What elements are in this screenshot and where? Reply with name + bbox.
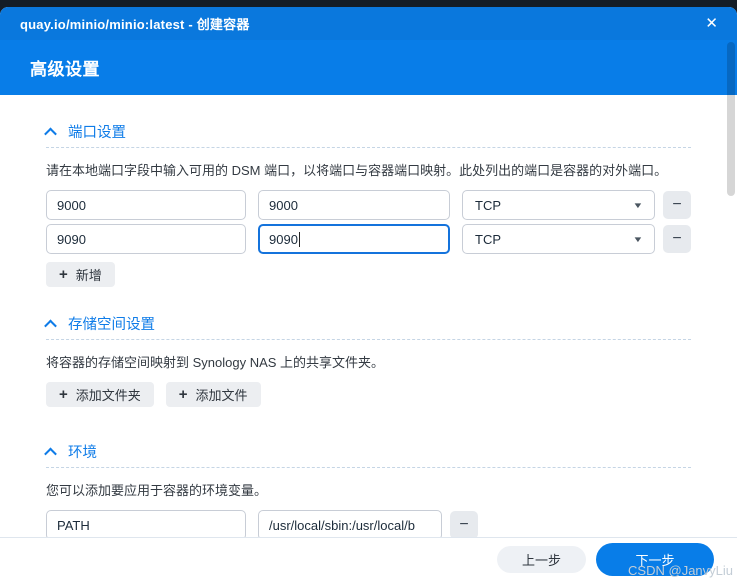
remove-port-row-button[interactable]: −	[663, 191, 691, 219]
dialog-title: quay.io/minio/minio:latest - 创建容器	[20, 17, 250, 32]
port-mapping-list: TCP ▼ − 9090 TCP ▼ −	[46, 190, 691, 254]
back-button[interactable]: 上一步	[496, 546, 586, 573]
caret-down-icon: ▼	[632, 200, 644, 210]
env-name-input[interactable]	[46, 510, 246, 537]
env-value-input[interactable]	[258, 510, 442, 537]
plus-icon: +	[59, 266, 68, 283]
close-icon[interactable]: ✕	[705, 16, 718, 31]
next-button[interactable]: 下一步	[596, 543, 714, 576]
wizard-footer: 上一步 下一步	[0, 537, 737, 581]
ports-description: 请在本地端口字段中输入可用的 DSM 端口，以将端口与容器端口映射。此处列出的端…	[46, 163, 668, 178]
port-mapping-row: 9090 TCP ▼ −	[46, 224, 691, 254]
remove-port-row-button[interactable]: −	[663, 225, 691, 253]
chevron-up-icon	[44, 447, 57, 461]
storage-description: 将容器的存储空间映射到 Synology NAS 上的共享文件夹。	[46, 355, 385, 370]
remove-env-row-button[interactable]: −	[450, 511, 478, 537]
container-port-input[interactable]	[258, 190, 450, 220]
add-file-button[interactable]: + 添加文件	[165, 382, 261, 407]
separator	[46, 339, 691, 340]
protocol-value: TCP	[475, 197, 501, 213]
chevron-up-icon	[44, 319, 57, 333]
add-folder-button[interactable]: + 添加文件夹	[46, 382, 154, 407]
section-toggle-ports[interactable]: 端口设置	[44, 121, 691, 141]
protocol-select[interactable]: TCP ▼	[462, 190, 655, 220]
separator	[46, 147, 691, 148]
add-port-button[interactable]: + 新增	[46, 262, 115, 287]
section-toggle-storage[interactable]: 存储空间设置	[44, 313, 691, 333]
chevron-up-icon	[44, 127, 57, 141]
minus-icon: −	[672, 196, 682, 213]
create-container-dialog: quay.io/minio/minio:latest - 创建容器 ✕ 高级设置…	[0, 7, 737, 581]
env-variable-list: −	[46, 510, 691, 537]
dialog-content: 端口设置 请在本地端口字段中输入可用的 DSM 端口，以将端口与容器端口映射。此…	[0, 95, 737, 537]
add-folder-label: 添加文件夹	[75, 388, 141, 403]
titlebar: quay.io/minio/minio:latest - 创建容器 ✕	[0, 7, 737, 40]
scrollbar-thumb[interactable]	[727, 42, 735, 196]
text-cursor	[298, 231, 300, 247]
section-toggle-env[interactable]: 环境	[44, 441, 691, 461]
section-title-env: 环境	[68, 444, 97, 461]
minus-icon: −	[672, 230, 682, 247]
container-port-input-focused[interactable]: 9090	[258, 224, 450, 254]
section-title-storage: 存储空间设置	[68, 316, 155, 333]
protocol-value: TCP	[475, 231, 501, 247]
caret-down-icon: ▼	[632, 234, 644, 244]
plus-icon: +	[59, 386, 68, 403]
local-port-input[interactable]	[46, 224, 246, 254]
port-mapping-row: TCP ▼ −	[46, 190, 691, 220]
step-title: 高级设置	[30, 60, 100, 79]
container-port-value: 9090	[269, 231, 298, 247]
add-file-label: 添加文件	[195, 388, 248, 403]
separator	[46, 467, 691, 468]
add-port-label: 新增	[75, 268, 102, 283]
local-port-input[interactable]	[46, 190, 246, 220]
env-variable-row: −	[46, 510, 691, 537]
protocol-select[interactable]: TCP ▼	[462, 224, 655, 254]
plus-icon: +	[178, 386, 188, 403]
step-header: 高级设置	[0, 40, 737, 95]
minus-icon: −	[459, 516, 469, 533]
section-title-ports: 端口设置	[68, 124, 126, 141]
env-description: 您可以添加要应用于容器的环境变量。	[46, 483, 268, 498]
